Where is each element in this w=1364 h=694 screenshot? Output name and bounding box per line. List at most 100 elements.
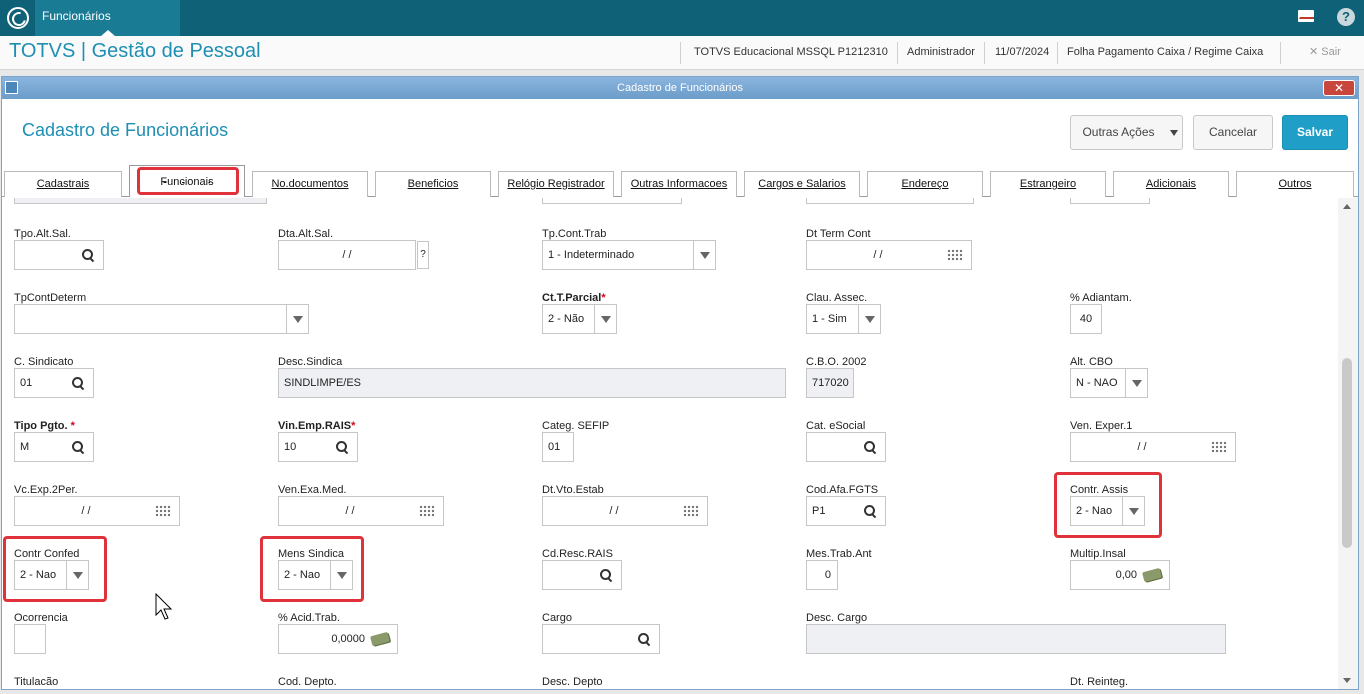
clipped-field (542, 198, 682, 204)
calendar-icon[interactable] (155, 505, 171, 517)
ocorrencia-label: Ocorrencia (14, 612, 68, 624)
calculator-icon[interactable] (370, 631, 390, 647)
ocorrencia-input[interactable] (14, 624, 46, 654)
search-icon[interactable] (864, 441, 877, 454)
calendar-icon[interactable] (419, 505, 435, 517)
ven-exa-med-input[interactable]: / / (278, 496, 444, 526)
tab-outros[interactable]: Outros (1236, 171, 1354, 197)
cancel-button[interactable]: Cancelar (1193, 115, 1273, 150)
exit-button[interactable]: ✕ Sair (1309, 45, 1341, 58)
save-button[interactable]: Salvar (1282, 115, 1348, 150)
search-icon[interactable] (336, 441, 349, 454)
help-button[interactable]: ? (417, 241, 429, 269)
chevron-down-icon[interactable] (858, 305, 880, 333)
search-icon[interactable] (600, 569, 613, 582)
desc-sindica-label: Desc.Sindica (278, 356, 343, 368)
search-icon[interactable] (72, 377, 85, 390)
calendar-icon[interactable] (1211, 441, 1227, 453)
alt-cbo-select[interactable]: N - NAO (1070, 368, 1148, 398)
desc-sindica-field: SINDLIMPE/ES (278, 368, 786, 398)
cod-depto-label: Cod. Depto. (278, 676, 337, 688)
header-divider (1280, 42, 1281, 64)
vin-emp-rais-input[interactable]: 10 (278, 432, 358, 462)
cod-afa-fgts-input[interactable]: P1 (806, 496, 886, 526)
tab-beneficios[interactable]: Beneficios (375, 171, 491, 197)
module-label: Folha Pagamento Caixa / Regime Caixa (1067, 46, 1264, 58)
categ-sefip-input[interactable]: 01 (542, 432, 574, 462)
tab-adicionais[interactable]: Adicionais (1113, 171, 1229, 197)
mail-icon[interactable] (1298, 10, 1314, 22)
c-sindicato-input[interactable]: 01 (14, 368, 94, 398)
calculator-icon[interactable] (1142, 567, 1162, 583)
cargo-input[interactable] (542, 624, 660, 654)
tab-cadastrais[interactable]: Cadastrais (4, 171, 122, 197)
totvs-logo-icon[interactable] (7, 7, 29, 29)
dt-vto-estab-input[interactable]: / / (542, 496, 708, 526)
chevron-down-icon[interactable] (1125, 369, 1147, 397)
c-sindicato-value: 01 (20, 377, 33, 389)
chevron-down-icon[interactable] (594, 305, 616, 333)
cat-esocial-input[interactable] (806, 432, 886, 462)
environment-label: TOTVS Educacional MSSQL P1212310 (694, 46, 888, 58)
desc-depto-label: Desc. Depto (542, 676, 603, 688)
clau-assec-select[interactable]: 1 - Sim (806, 304, 881, 334)
highlight-annotation (137, 167, 239, 195)
ven-exper-1-input[interactable]: / / (1070, 432, 1236, 462)
date-label: 11/07/2024 (995, 46, 1050, 58)
tab-estrangeiro[interactable]: Estrangeiro (990, 171, 1106, 197)
vc-exp-2per-input[interactable]: / / (14, 496, 180, 526)
tab-cargos-e-salarios[interactable]: Cargos e Salarios (744, 171, 860, 197)
mes-trab-ant-label: Mes.Trab.Ant (806, 548, 872, 560)
dt-term-cont-input[interactable]: / / (806, 240, 972, 270)
chevron-down-icon[interactable] (286, 305, 308, 333)
header-divider (984, 42, 985, 64)
tpo-alt-sal-input[interactable] (14, 240, 104, 270)
tab-no-documentos[interactable]: No.documentos (252, 171, 368, 197)
pct-adiantam-input[interactable]: 40 (1070, 304, 1102, 334)
ct-t-parcial-value: 2 - Não (548, 313, 585, 325)
search-icon[interactable] (82, 249, 95, 262)
calendar-icon[interactable] (683, 505, 699, 517)
required-marker: * (351, 420, 356, 432)
tipo-pgto-label-text: Tipo Pgto. (14, 420, 68, 432)
search-icon[interactable] (864, 505, 877, 518)
chevron-down-icon[interactable] (693, 241, 715, 269)
tipo-pgto-input[interactable]: M (14, 432, 94, 462)
vertical-scrollbar[interactable] (1338, 198, 1358, 689)
header-divider (680, 42, 681, 64)
multip-insal-label: Multip.Insal (1070, 548, 1126, 560)
cod-afa-fgts-value: P1 (812, 505, 826, 517)
tab-endereco[interactable]: Endereço (867, 171, 983, 197)
scrollbar-thumb[interactable] (1342, 358, 1352, 548)
required-marker: * (70, 420, 75, 432)
chevron-down-icon (1170, 130, 1178, 136)
search-icon[interactable] (72, 441, 85, 454)
search-icon[interactable] (638, 633, 651, 646)
form-content: Tpo.Alt.Sal. Dta.Alt.Sal. / / ? Tp.Cont.… (2, 198, 1338, 690)
scroll-down-icon[interactable] (1343, 678, 1351, 683)
app-tab[interactable]: Funcionários [02.9.0007]× (35, 0, 180, 55)
cd-resc-rais-input[interactable] (542, 560, 622, 590)
tp-cont-determ-label: TpContDeterm (14, 292, 87, 304)
vin-emp-rais-label: Vin.Emp.RAIS* (278, 420, 355, 432)
scroll-up-icon[interactable] (1343, 204, 1351, 209)
window-close-button[interactable]: ✕ (1323, 80, 1355, 96)
calendar-icon[interactable] (947, 249, 963, 261)
top-bar: Funcionários [02.9.0007]× ? (0, 0, 1364, 55)
window-titlebar: Cadastro de Funcionários ✕ (2, 77, 1358, 99)
dta-alt-sal-value: / / (342, 249, 352, 261)
tp-cont-determ-select[interactable] (14, 304, 309, 334)
pct-acid-trab-value: 0,0000 (331, 633, 365, 645)
ct-t-parcial-select[interactable]: 2 - Não (542, 304, 617, 334)
highlight-annotation (3, 536, 107, 602)
tab-relogio-registrador[interactable]: Relógio Registrador (498, 171, 614, 197)
pct-acid-trab-input[interactable]: 0,0000 (278, 624, 398, 654)
help-icon[interactable]: ? (1337, 8, 1355, 26)
tab-outras-informacoes[interactable]: Outras Informacoes (621, 171, 737, 197)
tp-cont-trab-select[interactable]: 1 - Indeterminado (542, 240, 716, 270)
mes-trab-ant-input[interactable]: 0 (806, 560, 838, 590)
multip-insal-input[interactable]: 0,00 (1070, 560, 1170, 590)
other-actions-button[interactable]: Outras Ações (1070, 115, 1183, 150)
dta-alt-sal-input[interactable]: / / (278, 240, 416, 270)
user-label: Administrador (907, 46, 975, 58)
